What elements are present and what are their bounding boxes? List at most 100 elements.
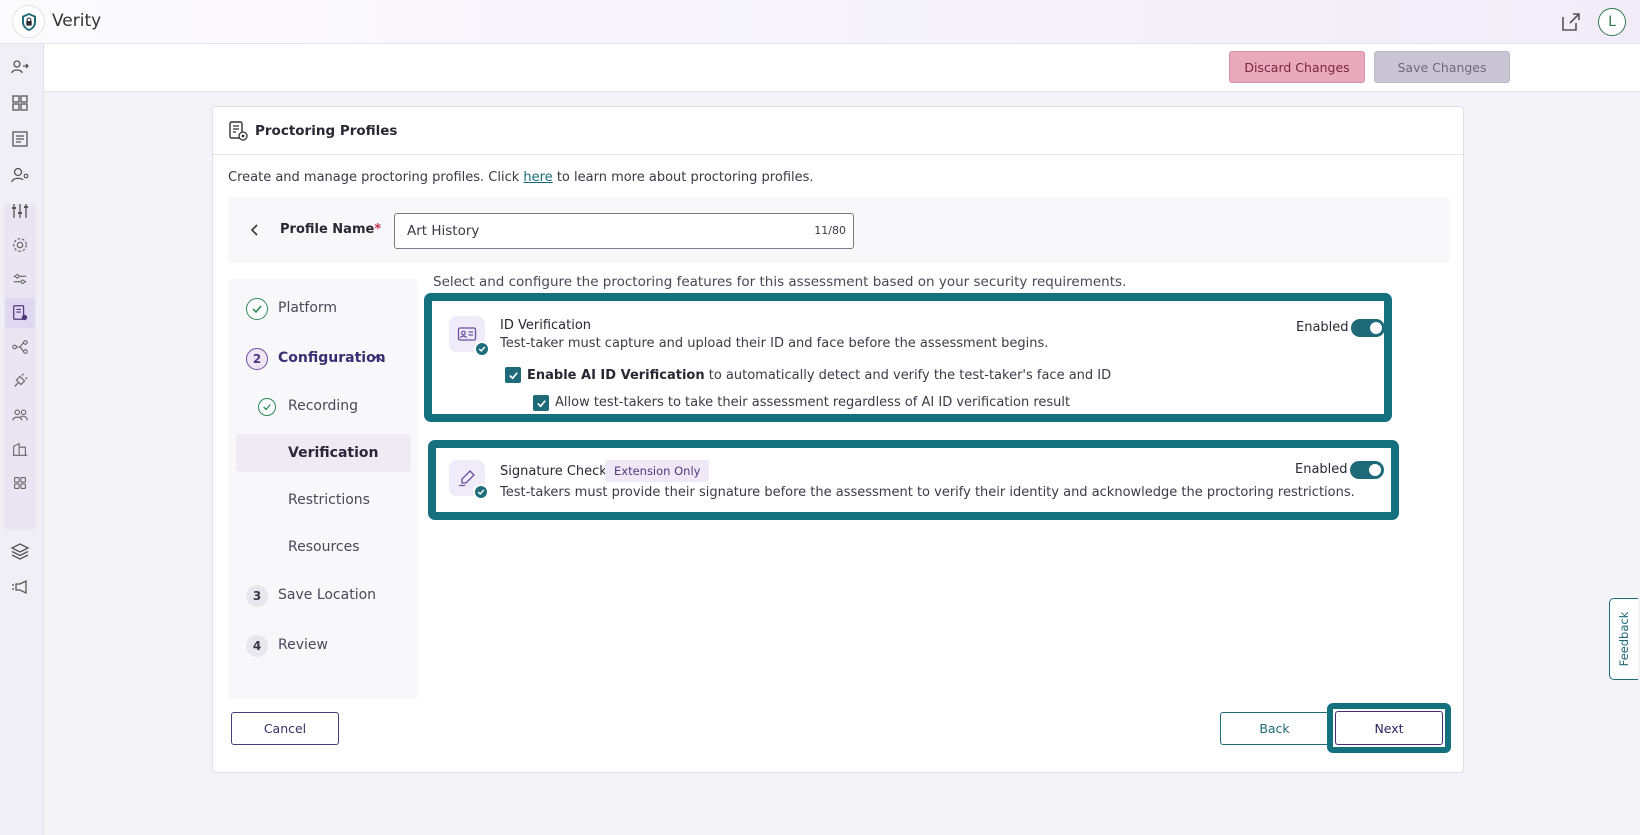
next-button-highlight: Next: [1327, 703, 1451, 753]
step-save-location[interactable]: 3 Save Location: [228, 578, 418, 612]
rail-organization[interactable]: [5, 434, 35, 464]
chevron-left-icon[interactable]: [246, 221, 264, 239]
signature-check-toggle[interactable]: [1350, 461, 1384, 479]
rail-layers[interactable]: [5, 536, 35, 566]
step-label: Configuration: [278, 350, 386, 366]
signature-pen-icon: [458, 470, 475, 487]
rail-flow[interactable]: [5, 332, 35, 362]
signature-check-panel: Signature Check Extension Only Test-take…: [428, 440, 1399, 520]
ai-id-verification-label: Enable AI ID Verification to automatical…: [527, 368, 1111, 383]
rail-reports[interactable]: [5, 124, 35, 154]
id-verification-panel: ID Verification Test-taker must capture …: [424, 293, 1392, 422]
rail-user-search[interactable]: [5, 160, 35, 190]
card-header: Proctoring Profiles: [213, 107, 1463, 155]
check-badge-icon: [473, 484, 489, 500]
step-label: Resources: [288, 539, 360, 555]
allow-regardless-checkbox[interactable]: [533, 395, 549, 411]
cancel-button[interactable]: Cancel: [231, 712, 339, 745]
substep-recording[interactable]: Recording: [228, 389, 418, 423]
check-icon: [252, 305, 262, 314]
toggle-label: Enabled: [1295, 462, 1348, 477]
ai-option-bold: Enable AI ID Verification: [527, 368, 705, 383]
building-icon: [12, 442, 28, 456]
learn-more-link[interactable]: here: [523, 170, 552, 185]
check-badge-icon: [474, 341, 490, 357]
rail-filter[interactable]: [5, 264, 35, 294]
filter-sliders-icon: [13, 274, 27, 284]
discard-changes-button[interactable]: Discard Changes: [1229, 51, 1365, 83]
rail-proctoring[interactable]: [5, 298, 35, 328]
id-card-icon: [457, 327, 477, 341]
profile-name-value: Art History: [407, 223, 480, 239]
step-configuration[interactable]: 2 Configuration: [228, 341, 418, 375]
announce-icon: [12, 579, 27, 595]
step-label: Review: [278, 637, 328, 653]
extension-only-badge: Extension Only: [605, 460, 710, 482]
substep-verification[interactable]: Verification: [236, 434, 411, 472]
check-icon: [508, 371, 518, 379]
step-label: Restrictions: [288, 492, 370, 508]
profile-name-row: Profile Name* Art History 11/80: [228, 197, 1450, 263]
chevron-up-icon[interactable]: [371, 353, 383, 363]
feature-title: ID Verification: [500, 318, 592, 333]
shield-lock-icon: [21, 12, 36, 31]
layers-icon: [10, 543, 30, 560]
step-platform[interactable]: Platform: [228, 291, 418, 325]
user-avatar[interactable]: L: [1598, 8, 1626, 36]
proctoring-profile-card: Proctoring Profiles Create and manage pr…: [212, 106, 1464, 773]
profile-name-input[interactable]: Art History 11/80: [394, 213, 854, 249]
save-changes-button[interactable]: Save Changes: [1374, 51, 1510, 83]
app-logo[interactable]: [12, 5, 45, 38]
action-bar: Discard Changes Save Changes: [44, 44, 1640, 92]
rail-user-switch[interactable]: [5, 52, 35, 82]
rail-gear[interactable]: [5, 230, 35, 260]
substep-resources[interactable]: Resources: [228, 530, 418, 564]
check-icon: [536, 399, 546, 407]
step-review[interactable]: 4 Review: [228, 628, 418, 662]
wizard-stepper: Platform 2 Configuration Recording Verif…: [228, 279, 418, 699]
grid-icon: [12, 95, 28, 111]
intro-text: Create and manage proctoring profiles. C…: [228, 170, 814, 185]
profile-name-label-text: Profile Name: [280, 222, 375, 237]
step-complete-marker: [246, 298, 268, 320]
step-label: Verification: [288, 445, 379, 461]
intro-text-before: Create and manage proctoring profiles. C…: [228, 170, 524, 185]
features-intro: Select and configure the proctoring feat…: [433, 274, 1127, 290]
left-rail: [0, 44, 44, 835]
report-icon: [12, 131, 28, 147]
substep-restrictions[interactable]: Restrictions: [228, 483, 418, 517]
external-link-icon[interactable]: [1559, 10, 1583, 34]
allow-regardless-label: Allow test-takers to take their assessme…: [555, 395, 1071, 410]
step-label: Platform: [278, 300, 338, 316]
plug-icon: [14, 373, 28, 387]
feature-title: Signature Check: [500, 464, 607, 479]
next-button[interactable]: Next: [1335, 711, 1443, 745]
gear-icon: [13, 238, 27, 252]
feature-description: Test-takers must provide their signature…: [500, 485, 1355, 500]
rail-settings-sliders[interactable]: [5, 196, 35, 226]
rail-team[interactable]: [5, 400, 35, 430]
feedback-label: Feedback: [1617, 611, 1631, 667]
feedback-tab[interactable]: Feedback: [1609, 598, 1638, 680]
character-count: 11/80: [814, 224, 846, 237]
profile-name-label: Profile Name*: [280, 222, 381, 237]
back-button[interactable]: Back: [1220, 712, 1329, 745]
proctoring-doc-icon: [13, 305, 28, 321]
apps-icon: [14, 477, 26, 489]
ai-option-rest: to automatically detect and verify the t…: [704, 368, 1112, 383]
rail-dashboard[interactable]: [5, 88, 35, 118]
id-verification-toggle[interactable]: [1351, 319, 1385, 337]
card-title: Proctoring Profiles: [255, 123, 398, 139]
user-search-icon: [11, 167, 29, 183]
step-label: Recording: [288, 398, 359, 414]
step-number: 3: [246, 585, 268, 607]
required-mark: *: [374, 222, 382, 237]
rail-announcements[interactable]: [5, 572, 35, 602]
flow-icon: [12, 340, 28, 354]
intro-text-after: to learn more about proctoring profiles.: [552, 170, 814, 185]
rail-integrations[interactable]: [5, 366, 35, 396]
rail-apps[interactable]: [5, 468, 35, 498]
proctoring-doc-icon: [229, 121, 248, 141]
ai-id-verification-checkbox[interactable]: [505, 367, 521, 383]
team-icon: [12, 409, 28, 421]
